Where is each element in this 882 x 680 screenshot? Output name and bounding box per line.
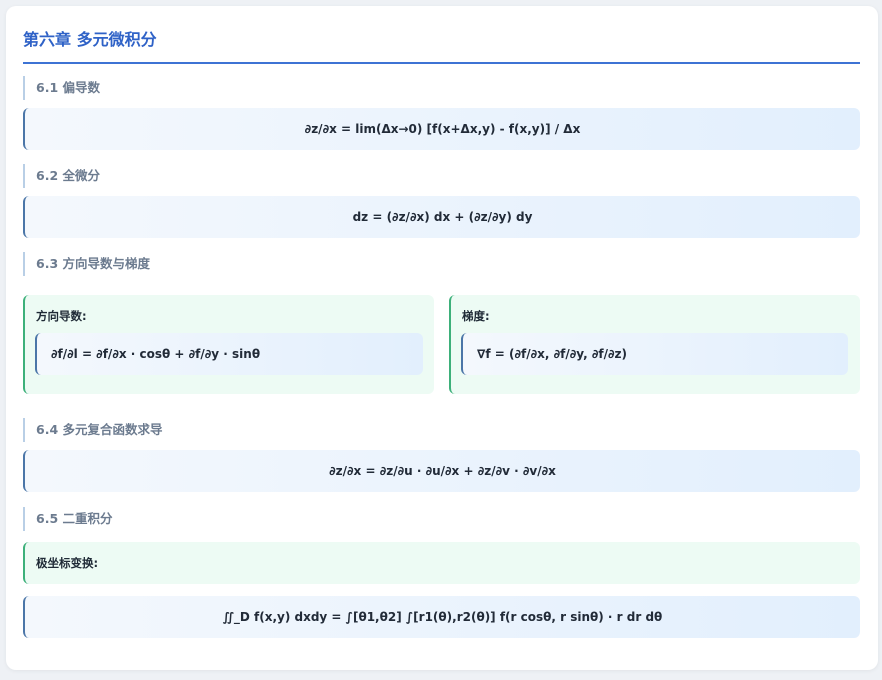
section-heading-6-3: 6.3 方向导数与梯度 [23,252,150,276]
formula-partial-derivative: ∂z/∂x = lim(Δx→0) [f(x+Δx,y) - f(x,y)] /… [23,108,860,150]
section-heading-6-2: 6.2 全微分 [23,164,100,188]
section-heading-6-1: 6.1 偏导数 [23,76,100,100]
section-heading-6-5: 6.5 二重积分 [23,507,113,531]
formula-total-differential: dz = (∂z/∂x) dx + (∂z/∂y) dy [23,196,860,238]
title-divider [23,62,860,64]
formula-double-integral: ∬_D f(x,y) dxdy = ∫[θ1,θ2] ∫[r1(θ),r2(θ)… [23,596,860,638]
polar-transform-box: 极坐标变换: [23,542,860,584]
gradient-box: 梯度: ∇f = (∂f/∂x, ∂f/∂y, ∂f/∂z) [449,295,860,394]
directional-derivative-label: 方向导数: [36,309,87,323]
gradient-label: 梯度: [462,309,490,323]
directional-derivative-box: 方向导数: ∂f/∂l = ∂f/∂x · cosθ + ∂f/∂y · sin… [23,295,434,394]
content-card: 第六章 多元微积分 6.1 偏导数 ∂z/∂x = lim(Δx→0) [f(x… [6,6,878,670]
formula-gradient: ∇f = (∂f/∂x, ∂f/∂y, ∂f/∂z) [461,333,848,375]
formula-chain-rule: ∂z/∂x = ∂z/∂u · ∂u/∂x + ∂z/∂v · ∂v/∂x [23,450,860,492]
chapter-title: 第六章 多元微积分 [23,30,157,49]
polar-transform-label: 极坐标变换: [36,556,99,570]
formula-directional-derivative: ∂f/∂l = ∂f/∂x · cosθ + ∂f/∂y · sinθ [35,333,423,375]
section-heading-6-4: 6.4 多元复合函数求导 [23,418,163,442]
